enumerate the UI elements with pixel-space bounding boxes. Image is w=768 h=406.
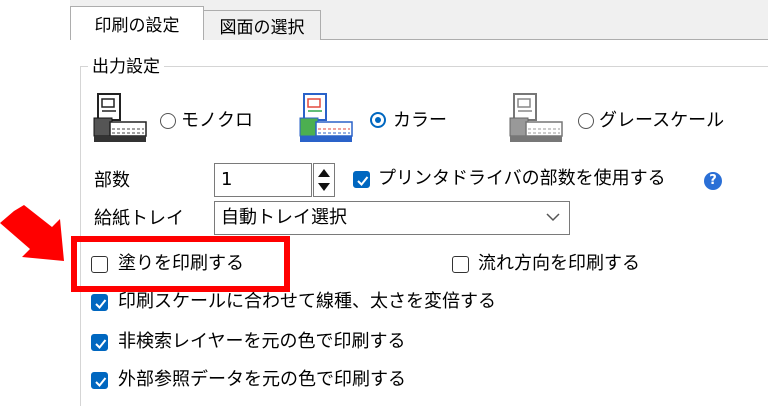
radio-color[interactable] — [370, 112, 386, 128]
highlight-box — [71, 236, 290, 292]
checkmark-icon — [95, 377, 107, 387]
output-settings-title: 出力設定 — [88, 52, 164, 77]
checkmark-icon — [95, 299, 107, 309]
printer-color-icon — [299, 93, 353, 142]
checkmark-icon — [95, 339, 107, 349]
checkmark-icon — [357, 176, 369, 186]
chevron-down-icon — [546, 213, 560, 222]
copies-input[interactable]: 1 — [214, 163, 312, 197]
copies-label: 部数 — [94, 170, 130, 191]
tray-label: 給紙トレイ — [94, 208, 184, 229]
scale-line-checkbox[interactable] — [91, 294, 108, 311]
non-search-layer-label: 非検索レイヤーを元の色で印刷する — [118, 331, 406, 352]
arrow-icon — [0, 205, 64, 261]
tab-print-settings-label: 印刷の設定 — [94, 16, 180, 36]
use-driver-copies-label: プリンタドライバの部数を使用する — [378, 168, 666, 189]
print-flow-direction-label: 流れ方向を印刷する — [478, 253, 640, 274]
radio-monochrome-label: モノクロ — [181, 110, 253, 131]
help-icon[interactable]: ? — [704, 172, 722, 190]
tray-select[interactable]: 自動トレイ選択 — [214, 201, 570, 235]
printer-mono-icon — [93, 93, 147, 142]
radio-grayscale-label: グレースケール — [599, 110, 725, 131]
tab-drawing-selection[interactable]: 図面の選択 — [203, 10, 321, 40]
radio-color-label: カラー — [393, 110, 447, 131]
scale-line-label: 印刷スケールに合わせて線種、太さを変倍する — [118, 291, 496, 312]
tab-drawing-selection-label: 図面の選択 — [219, 18, 305, 38]
outer-background — [0, 0, 70, 405]
printer-gray-icon — [509, 93, 563, 142]
tray-select-value: 自動トレイ選択 — [221, 207, 347, 228]
external-ref-label: 外部参照データを元の色で印刷する — [118, 369, 406, 390]
tab-print-settings[interactable]: 印刷の設定 — [70, 6, 204, 40]
external-ref-checkbox[interactable] — [91, 372, 108, 389]
radio-grayscale[interactable] — [578, 113, 594, 129]
non-search-layer-checkbox[interactable] — [91, 334, 108, 351]
print-flow-direction-checkbox[interactable] — [452, 256, 469, 273]
copies-spinner[interactable] — [313, 163, 335, 197]
use-driver-copies-checkbox[interactable] — [353, 171, 370, 188]
radio-monochrome[interactable] — [160, 113, 176, 129]
